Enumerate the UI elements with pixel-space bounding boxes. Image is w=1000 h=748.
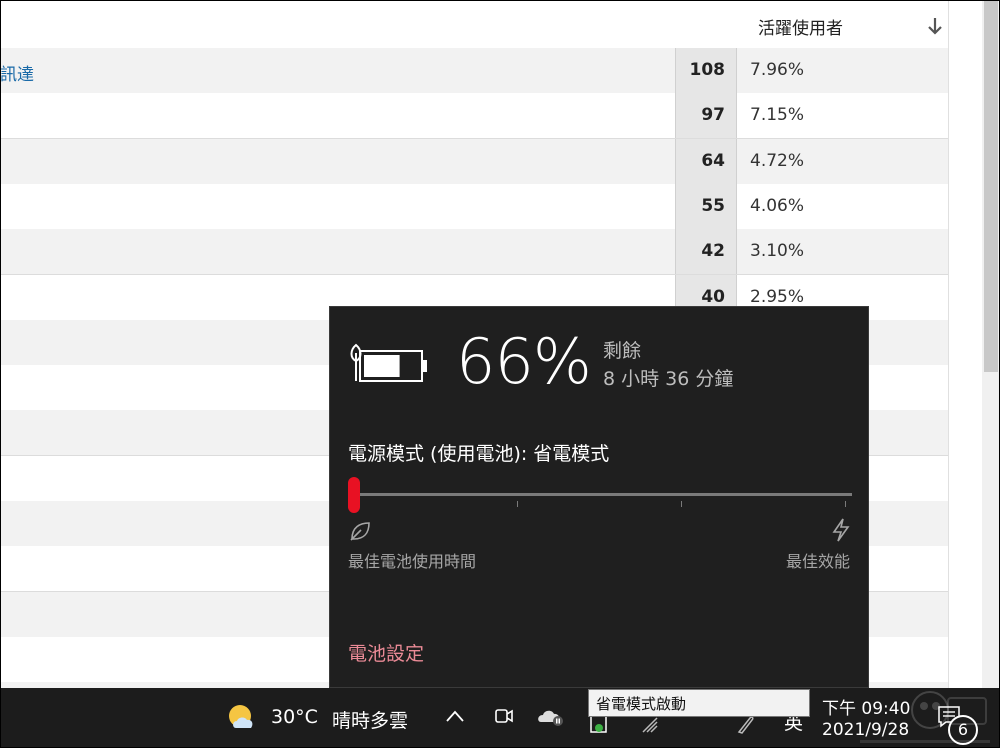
active-users-percent: 4.72%: [750, 150, 805, 171]
active-users-percent: 7.15%: [750, 105, 805, 126]
slider-tick: [517, 501, 518, 507]
meet-now-camera-icon[interactable]: [492, 704, 516, 728]
active-users-count: 64: [675, 138, 737, 184]
sort-down-arrow-icon[interactable]: [926, 16, 944, 36]
scrollbar-thumb[interactable]: [984, 0, 998, 372]
battery-saver-tooltip: 省電模式啟動: [588, 689, 810, 717]
wifi-icon[interactable]: [640, 714, 662, 736]
remaining-time: 8 小時 36 分鐘: [603, 368, 734, 390]
row-link[interactable]: 訊達: [0, 60, 34, 85]
table-row: 訊達 108 7.96%: [0, 48, 948, 94]
best-battery-life-label: 最佳電池使用時間: [348, 552, 477, 571]
battery-percentage: 66%: [456, 325, 592, 398]
active-users-count: 108: [675, 48, 737, 93]
onedrive-paused-icon[interactable]: [536, 704, 566, 728]
battery-icon: [350, 343, 427, 382]
best-performance-label: 最佳效能: [785, 552, 850, 571]
chevron-up-icon[interactable]: [444, 708, 466, 724]
active-users-percent: 3.10%: [750, 241, 805, 262]
slider-tick: [845, 501, 846, 507]
active-users-count: 55: [675, 183, 737, 229]
column-header-active-users[interactable]: 活躍使用者: [758, 14, 843, 39]
battery-settings-link[interactable]: 電池設定: [348, 639, 424, 666]
watermark-logo: [860, 691, 990, 743]
weather-temperature[interactable]: 30°C: [271, 706, 318, 728]
table-header: 活躍使用者: [0, 0, 948, 49]
slider-tick: [681, 501, 682, 507]
weather-description[interactable]: 晴時多雲: [332, 706, 408, 733]
power-mode-label: 電源模式 (使用電池): 省電模式: [348, 443, 610, 465]
lightning-icon: [832, 518, 850, 542]
table-row: 42 3.10%: [0, 229, 948, 276]
remaining-label: 剩餘: [603, 340, 642, 362]
weather-partly-cloudy-icon[interactable]: [226, 702, 258, 732]
active-users-percent: 7.96%: [750, 60, 805, 80]
table-row: 55 4.06%: [0, 183, 948, 230]
table-row: 64 4.72%: [0, 138, 948, 185]
active-users-percent: 4.06%: [750, 195, 805, 216]
active-users-count: 97: [675, 93, 737, 139]
power-mode-slider-thumb[interactable]: [348, 477, 360, 513]
leaf-icon: [350, 522, 370, 541]
active-users-count: 42: [675, 229, 737, 275]
power-mode-slider-track[interactable]: [352, 493, 852, 496]
table-row: 97 7.15%: [0, 93, 948, 140]
battery-flyout: 66% 剩餘 8 小時 36 分鐘 電源模式 (使用電池): 省電模式 最佳電池…: [329, 306, 869, 688]
